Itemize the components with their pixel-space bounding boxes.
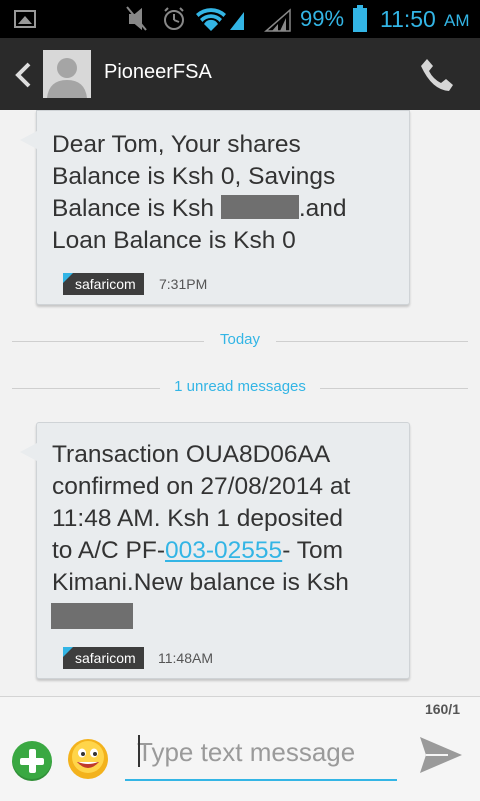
divider-label: Today (219, 331, 261, 348)
carrier-name: safaricom (75, 650, 136, 666)
message-text: - Tom (282, 537, 343, 564)
signal-icon (230, 12, 244, 30)
message-text: to A/C PF- (52, 537, 166, 564)
clock-time: 11:50 (380, 6, 436, 32)
message-time: 7:31PM (159, 276, 208, 292)
carrier-badge: safaricom (63, 647, 144, 669)
send-icon[interactable] (418, 735, 464, 775)
emoji-icon[interactable] (67, 738, 109, 780)
message-line: confirmed on 27/08/2014 at (52, 473, 351, 500)
carrier-name: safaricom (75, 276, 136, 292)
carrier-corner (63, 273, 73, 283)
message-line: Dear Tom, Your shares (52, 131, 301, 158)
message-line: Balance is Ksh 0, Savings (52, 163, 336, 190)
message-line: Transaction OUA8D06AA (52, 441, 331, 468)
action-bar: PioneerFSA (0, 38, 480, 110)
wifi-icon (196, 8, 226, 31)
message-input[interactable] (125, 725, 397, 781)
message-time: 11:48AM (158, 650, 213, 666)
redacted-amount (51, 603, 133, 629)
message-bubble[interactable]: Dear Tom, Your shares Balance is Ksh 0, … (20, 110, 410, 305)
composer: 160/1 (0, 696, 480, 801)
back-icon[interactable] (14, 62, 32, 88)
message-line: Balance is Ksh .and (52, 193, 347, 225)
date-divider: Today (12, 331, 468, 348)
unread-divider: 1 unread messages (12, 378, 468, 395)
battery-percent: 99% (300, 6, 345, 31)
message-line: to A/C PF-003-02555- Tom (52, 535, 343, 567)
divider-label: 1 unread messages (174, 378, 306, 395)
add-attachment-button[interactable] (12, 741, 52, 781)
character-counter: 160/1 (424, 701, 460, 717)
image-notification-icon (14, 10, 36, 28)
signal-icon (264, 8, 291, 32)
avatar[interactable] (43, 50, 91, 98)
redacted-amount (220, 195, 299, 219)
clock-ampm: AM (444, 11, 470, 30)
account-link[interactable]: 003-02555 (165, 537, 282, 564)
contact-name[interactable]: PioneerFSA (104, 61, 212, 84)
battery-icon (353, 5, 367, 32)
status-bar: 99% 11:50 AM (0, 0, 480, 38)
text-cursor (138, 735, 140, 767)
alarm-icon (164, 7, 184, 30)
message-line: 11:48 AM. Ksh 1 deposited (52, 505, 344, 532)
message-text: .and (298, 195, 347, 222)
carrier-badge: safaricom (63, 273, 144, 295)
message-bubble[interactable]: Transaction OUA8D06AA confirmed on 27/08… (20, 422, 410, 679)
phone-icon[interactable] (418, 56, 456, 94)
person-icon (43, 50, 91, 98)
message-line: Loan Balance is Ksh 0 (52, 227, 296, 254)
message-line: Kimani.New balance is Ksh (52, 569, 349, 596)
status-icons (126, 6, 244, 31)
mute-icon (126, 6, 147, 31)
message-text: Balance is Ksh (52, 195, 221, 222)
conversation-list[interactable]: Dear Tom, Your shares Balance is Ksh 0, … (0, 110, 480, 696)
carrier-corner (63, 647, 73, 657)
